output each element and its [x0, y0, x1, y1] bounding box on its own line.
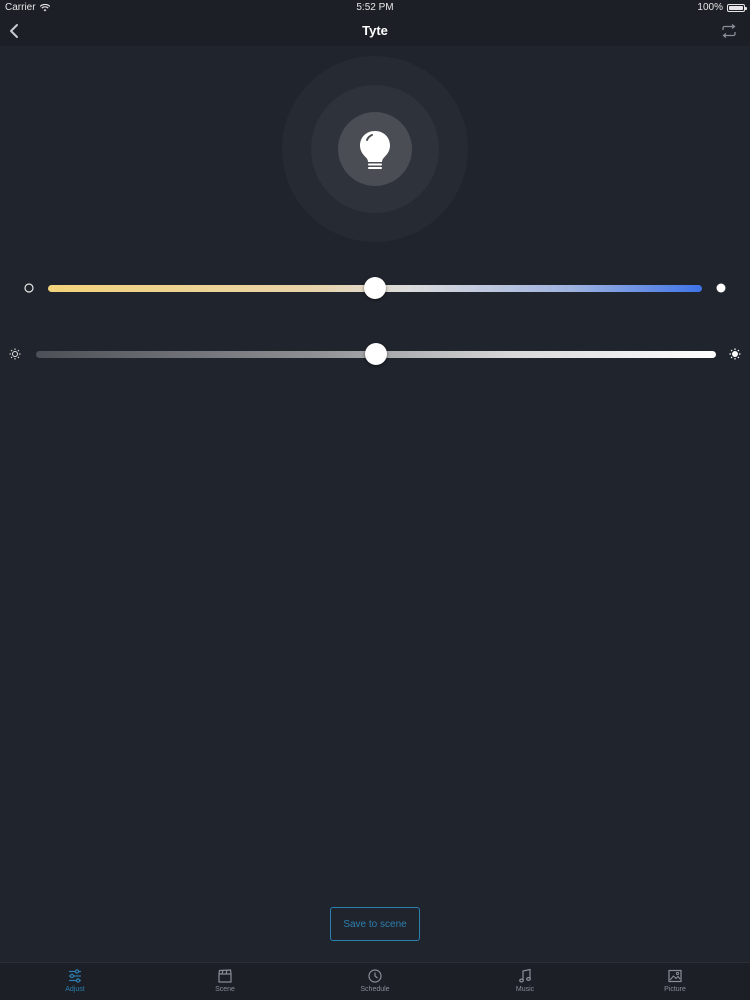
- sliders-icon: [69, 969, 81, 983]
- tab-label: Picture: [664, 986, 686, 993]
- tab-picture[interactable]: Picture: [600, 963, 750, 1000]
- tab-label: Music: [515, 986, 535, 993]
- tab-label: Schedule: [360, 986, 390, 993]
- tab-schedule[interactable]: Schedule: [300, 963, 450, 1000]
- tab-label: Scene: [215, 986, 235, 993]
- color-temperature-thumb[interactable]: [364, 277, 386, 299]
- page-title: Tyte: [362, 23, 388, 38]
- tab-music[interactable]: Music: [450, 963, 600, 1000]
- brightness-slider: [0, 339, 750, 369]
- circle-outline-icon: [24, 283, 34, 293]
- save-to-scene-button[interactable]: Save to scene: [330, 907, 420, 941]
- music-note-icon: [519, 968, 531, 983]
- tab-adjust[interactable]: Adjust: [0, 963, 150, 1000]
- circle-filled-icon: [716, 283, 726, 293]
- bulb-indicator: [282, 56, 468, 242]
- status-right: 100%: [697, 2, 747, 13]
- lightbulb-icon: [360, 131, 390, 169]
- status-time: 5:52 PM: [356, 2, 394, 13]
- battery-percent: 100%: [697, 2, 723, 13]
- tab-bar: Adjust Scene Schedule Music Picture: [0, 962, 750, 1000]
- status-bar: Carrier 5:52 PM 100%: [0, 0, 750, 16]
- tab-label: Adjust: [65, 986, 85, 993]
- repeat-icon[interactable]: [720, 23, 738, 39]
- navigation-bar: Tyte: [0, 16, 750, 46]
- light-control-screen: Carrier 5:52 PM 100% Tyte Save to scene …: [0, 0, 750, 1000]
- sun-outline-icon: [9, 348, 21, 360]
- sun-filled-icon: [729, 348, 741, 360]
- color-temperature-slider: [0, 273, 750, 303]
- picture-icon: [668, 969, 682, 983]
- brightness-thumb[interactable]: [365, 343, 387, 365]
- tab-scene[interactable]: Scene: [150, 963, 300, 1000]
- battery-icon: [727, 3, 747, 12]
- clapperboard-icon: [218, 969, 232, 983]
- clock-icon: [368, 969, 382, 983]
